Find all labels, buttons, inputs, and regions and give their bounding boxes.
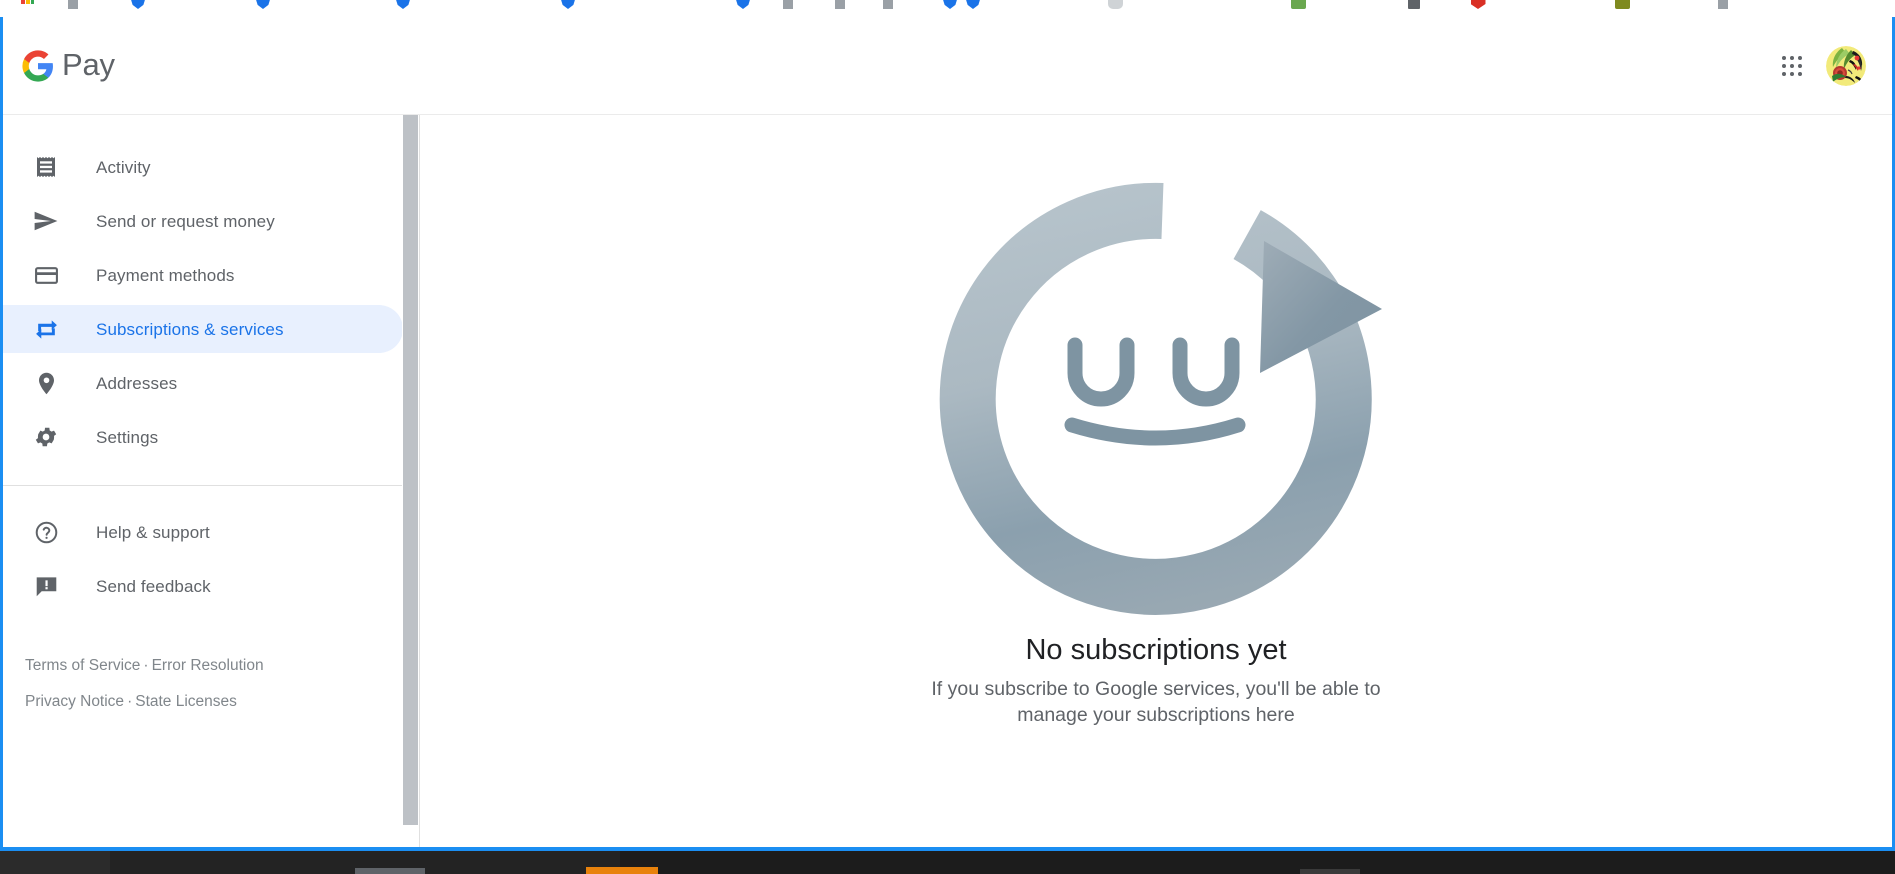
google-pay-logo[interactable]: Pay [11, 42, 125, 90]
app-header: Pay [3, 17, 1892, 115]
bookmark-favicon-blue-1[interactable] [128, 0, 148, 17]
bookmark-favicon-blue-4[interactable] [558, 0, 578, 17]
bookmark-favicon-blue-3[interactable] [393, 0, 413, 17]
browser-bookmarks-bar[interactable] [0, 0, 1895, 17]
sidebar: Activity Send or request money Payment m… [3, 115, 420, 847]
bookmark-favicon-gray[interactable] [1105, 0, 1125, 17]
sidebar-item-label: Payment methods [96, 265, 235, 285]
app-body: Activity Send or request money Payment m… [3, 115, 1892, 847]
account-avatar-button[interactable] [1824, 44, 1868, 88]
send-icon [33, 208, 59, 234]
bookmark-favicon-green[interactable] [1288, 0, 1308, 17]
bookmark-favicon-blue-7[interactable] [963, 0, 983, 17]
gear-icon [33, 424, 59, 450]
taskbar-segment-left[interactable] [0, 851, 110, 874]
primary-nav-list: Activity Send or request money Payment m… [3, 143, 419, 461]
bookmark-favicon-blue-6[interactable] [940, 0, 960, 17]
sidebar-scrollbar-track[interactable] [402, 115, 419, 847]
sidebar-footer-links: Terms of Service · Error Resolution Privac… [3, 648, 419, 719]
footer-links-row-2: Privacy Notice · State Licenses [25, 684, 419, 720]
sidebar-item-addresses[interactable]: Addresses [3, 359, 403, 407]
receipt-icon [33, 154, 59, 180]
google-apps-button[interactable] [1768, 42, 1816, 90]
sidebar-item-label: Activity [96, 157, 151, 177]
sidebar-item-help-and-support[interactable]: Help & support [3, 508, 403, 556]
sidebar-item-label: Send or request money [96, 211, 275, 231]
brand-text: Pay [62, 47, 115, 82]
taskbar-item-gray[interactable] [355, 868, 425, 874]
sidebar-item-label: Help & support [96, 522, 210, 542]
help-circle-icon [33, 519, 59, 545]
footer-separator: · [127, 692, 133, 710]
apps-grid-icon [1782, 55, 1802, 76]
empty-state-title: No subscriptions yet [1025, 634, 1287, 666]
bookmark-favicon-bar-1[interactable] [68, 0, 78, 17]
empty-state-subtitle: If you subscribe to Google services, you… [931, 677, 1381, 726]
header-actions [1768, 42, 1868, 90]
google-g-logo [22, 49, 53, 82]
footer-separator: · [143, 657, 149, 674]
state-licenses-link[interactable]: State Licenses [135, 693, 237, 710]
taskbar-item-right[interactable] [1300, 869, 1360, 874]
os-taskbar[interactable] [0, 851, 1895, 874]
smiley-refresh-illustration [939, 182, 1382, 615]
sidebar-divider [3, 485, 419, 486]
main-content: No subscriptions yet If you subscribe to… [420, 115, 1892, 847]
sidebar-item-send-feedback[interactable]: Send feedback [3, 562, 403, 610]
taskbar-item-active[interactable] [586, 867, 658, 874]
bookmark-favicon-blue-5[interactable] [733, 0, 753, 17]
sidebar-item-payment-methods[interactable]: Payment methods [3, 251, 403, 299]
terms-of-service-link[interactable]: Terms of Service [25, 657, 140, 674]
sidebar-item-send-or-request-money[interactable]: Send or request money [3, 197, 403, 245]
credit-card-icon [33, 262, 59, 288]
privacy-notice-link[interactable]: Privacy Notice [25, 693, 124, 710]
secondary-nav-list: Help & support Send feedback [3, 508, 419, 610]
bookmark-favicon-bar-5[interactable] [1718, 0, 1728, 17]
sidebar-item-activity[interactable]: Activity [3, 143, 403, 191]
screen: Pay Activity Send or request money Payme… [0, 0, 1895, 874]
bookmark-favicon-bar-2[interactable] [783, 0, 793, 17]
sidebar-item-label: Settings [96, 427, 159, 447]
page-scrollbar-track[interactable] [1876, 115, 1892, 847]
avatar [1826, 45, 1866, 86]
sidebar-item-settings[interactable]: Settings [3, 413, 403, 461]
bookmark-favicon-olive[interactable] [1612, 0, 1632, 17]
sidebar-item-subscriptions-and-services[interactable]: Subscriptions & services [3, 305, 403, 353]
google-pay-page: Pay Activity Send or request money Payme… [3, 17, 1892, 847]
bookmark-favicon-red[interactable] [1468, 0, 1488, 17]
repeat-icon [33, 316, 59, 342]
error-resolution-link[interactable]: Error Resolution [152, 657, 264, 674]
bookmark-favicon-apps[interactable] [18, 0, 38, 17]
sidebar-item-label: Addresses [96, 373, 178, 393]
feedback-icon [33, 573, 59, 599]
location-pin-icon [33, 370, 59, 396]
bookmark-favicon-bar-3[interactable] [835, 0, 845, 17]
sidebar-item-label: Send feedback [96, 576, 211, 596]
footer-links-row-1: Terms of Service · Error Resolution [25, 648, 419, 684]
sidebar-scrollbar-thumb[interactable] [403, 115, 418, 825]
bookmark-favicon-bar-4[interactable] [883, 0, 893, 17]
sidebar-item-label: Subscriptions & services [96, 319, 284, 339]
bookmark-favicon-dark[interactable] [1408, 0, 1420, 17]
bookmark-favicon-blue-2[interactable] [253, 0, 273, 17]
